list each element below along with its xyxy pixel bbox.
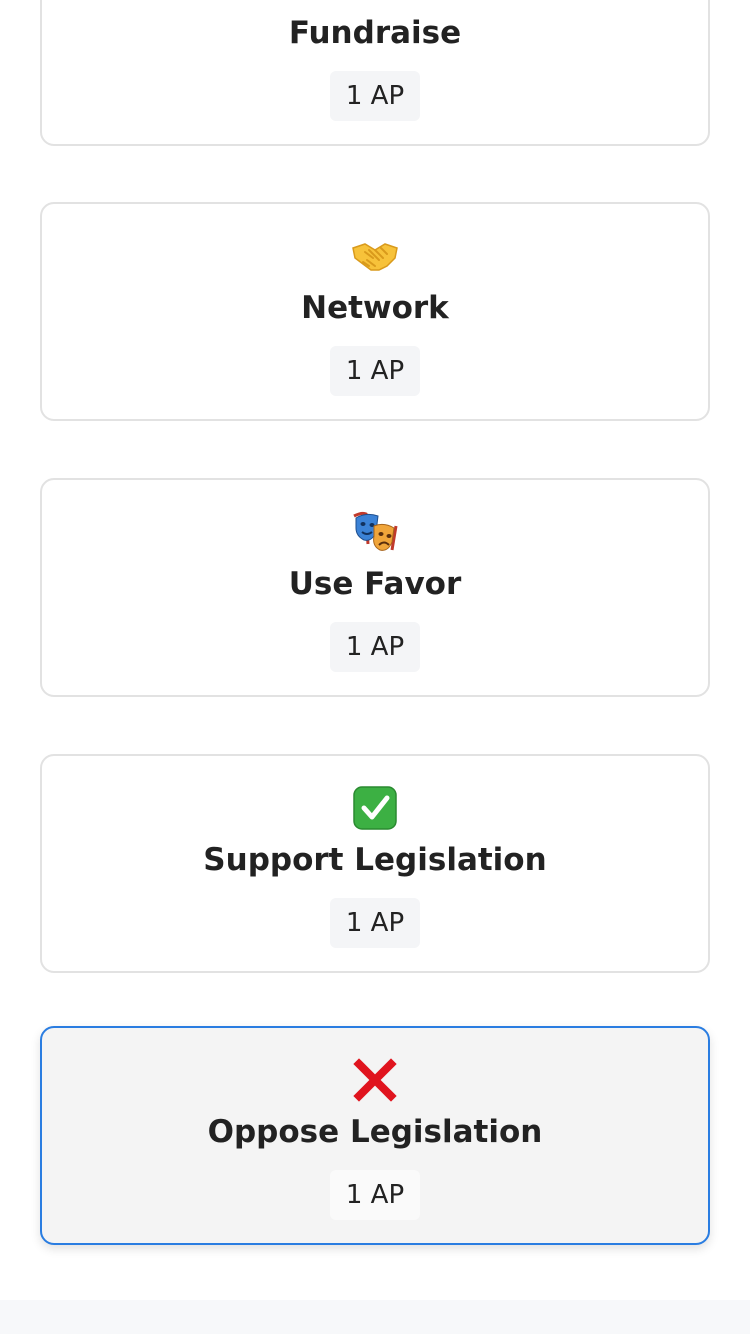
bottom-bar	[0, 1300, 750, 1334]
cross-mark-icon	[42, 1054, 708, 1106]
action-card-support-legislation[interactable]: Support Legislation 1 AP	[40, 754, 710, 973]
action-title: Network	[301, 290, 449, 326]
check-mark-icon	[42, 782, 708, 834]
action-cost-badge: 1 AP	[330, 346, 420, 396]
action-card-fundraise[interactable]: Fundraise 1 AP	[40, 0, 710, 146]
action-cost-badge: 1 AP	[330, 71, 420, 121]
action-cost-badge: 1 AP	[330, 898, 420, 948]
handshake-icon	[42, 230, 708, 282]
action-title: Use Favor	[288, 566, 462, 602]
action-card-oppose-legislation[interactable]: Oppose Legislation 1 AP	[40, 1026, 710, 1245]
action-title: Fundraise	[288, 15, 462, 51]
action-cost-badge: 1 AP	[330, 622, 420, 672]
money-bag-icon	[42, 0, 708, 7]
action-card-network[interactable]: Network 1 AP	[40, 202, 710, 421]
action-title: Support Legislation	[203, 842, 547, 878]
action-card-use-favor[interactable]: Use Favor 1 AP	[40, 478, 710, 697]
action-cost-badge: 1 AP	[330, 1170, 420, 1220]
action-title: Oppose Legislation	[207, 1114, 543, 1150]
action-selection-screen: Fundraise 1 AP Network 1 AP Use Favor 1 …	[0, 0, 750, 1334]
theater-masks-icon	[42, 506, 708, 558]
